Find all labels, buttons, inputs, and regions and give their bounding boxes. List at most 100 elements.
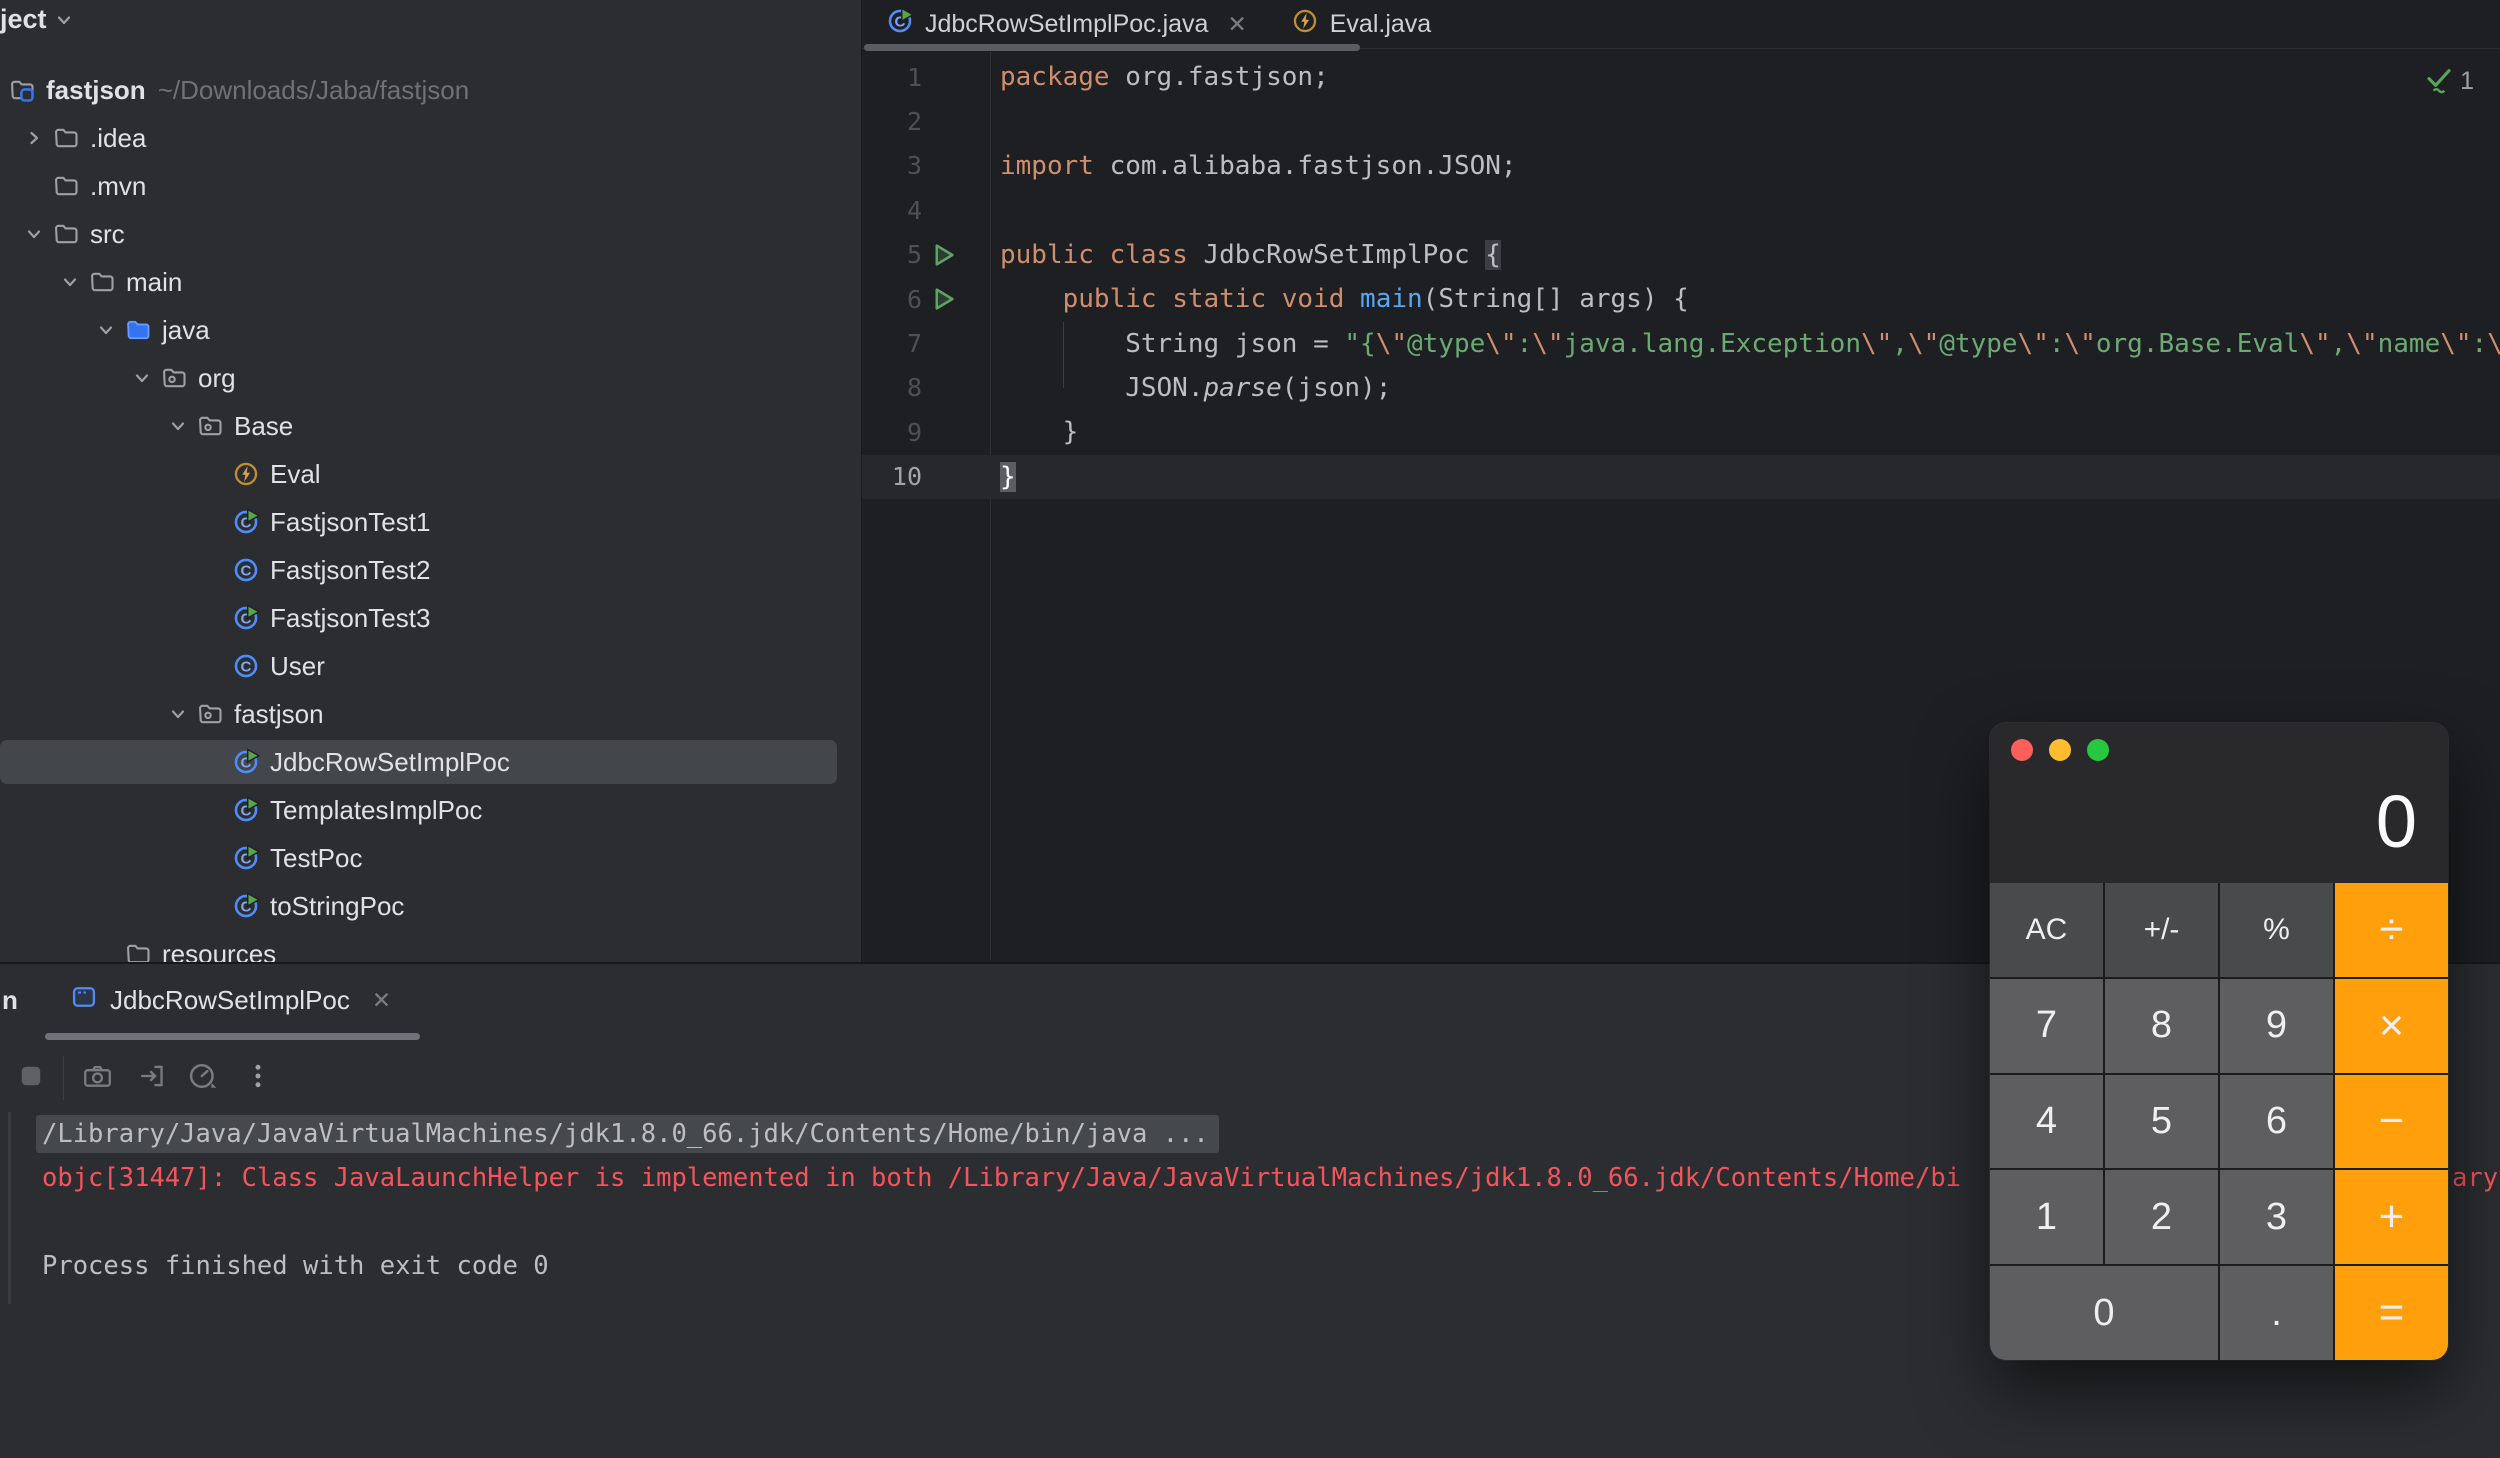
tree-row-fastjsontest2[interactable]: CFastjsonTest2 xyxy=(0,546,861,594)
zoom-window-button[interactable] xyxy=(2087,739,2109,761)
calc-key-4[interactable]: 4 xyxy=(1990,1075,2103,1169)
code-text: import com.alibaba.fastjson.JSON; xyxy=(1000,151,1517,181)
tree-item-label: User xyxy=(270,651,325,682)
stop-icon[interactable] xyxy=(18,1063,44,1089)
tree-row-tostringpoc[interactable]: CtoStringPoc xyxy=(0,882,861,930)
toolbar-divider xyxy=(63,1056,64,1100)
project-root-name: fastjson xyxy=(46,75,146,106)
tab-label: Eval.java xyxy=(1330,10,1431,39)
calc-key-×[interactable]: × xyxy=(2335,979,2448,1073)
package-icon xyxy=(160,364,196,392)
module-folder-icon xyxy=(8,76,44,104)
chevron-down-icon[interactable] xyxy=(124,366,160,390)
editor-line-10[interactable]: 10} xyxy=(862,455,2500,499)
close-icon[interactable]: ✕ xyxy=(372,987,391,1014)
close-window-button[interactable] xyxy=(2011,739,2033,761)
editor-line-6[interactable]: 6 public static void main(String[] args)… xyxy=(862,277,2500,321)
tree-row-root-fastjson[interactable]: fastjson~/Downloads/Jaba/fastjson xyxy=(0,66,861,114)
editor-line-9[interactable]: 9 } xyxy=(862,410,2500,454)
gauge-icon[interactable] xyxy=(186,1060,219,1093)
tree-row-org[interactable]: org xyxy=(0,354,861,402)
calc-key-6[interactable]: 6 xyxy=(2220,1075,2333,1169)
line-number: 6 xyxy=(862,285,922,314)
chevron-down-icon[interactable] xyxy=(52,270,88,294)
calc-key-−[interactable]: − xyxy=(2335,1075,2448,1169)
tab-scrollbar[interactable] xyxy=(864,44,1360,51)
tree-row-src[interactable]: src xyxy=(0,210,861,258)
calc-key-2[interactable]: 2 xyxy=(2105,1170,2218,1264)
editor-tab-bar: C JdbcRowSetImplPoc.java ✕ Eval.java xyxy=(862,0,2500,49)
project-panel-header[interactable]: ject xyxy=(0,4,81,35)
run-gutter-icon[interactable] xyxy=(922,240,964,270)
chevron-down-icon[interactable] xyxy=(160,702,196,726)
editor-line-2[interactable]: 2 xyxy=(862,99,2500,143)
calc-key-+[interactable]: + xyxy=(2335,1170,2448,1264)
calc-key-0[interactable]: 0 xyxy=(1990,1266,2218,1360)
chevron-down-icon[interactable] xyxy=(160,414,196,438)
line-number: 5 xyxy=(862,240,922,269)
tab-jdbcrowsetimplpoc-java[interactable]: C JdbcRowSetImplPoc.java ✕ xyxy=(886,7,1247,42)
tree-row-testpoc[interactable]: CTestPoc xyxy=(0,834,861,882)
calc-key-9[interactable]: 9 xyxy=(2220,979,2333,1073)
tab-label: JdbcRowSetImplPoc.java xyxy=(925,10,1208,39)
calc-key-=[interactable]: = xyxy=(2335,1266,2448,1360)
project-tree: fastjson~/Downloads/Jaba/fastjson .idea .m… xyxy=(0,66,861,962)
editor-line-7[interactable]: 7 String json = "{\"@type\":\"java.lang.… xyxy=(862,321,2500,365)
console-icon xyxy=(70,983,98,1018)
calculator-window[interactable]: 0 AC+/-%÷789×456−123+0.= xyxy=(1990,723,2448,1360)
tree-row-fastjson[interactable]: fastjson xyxy=(0,690,861,738)
calc-key-8[interactable]: 8 xyxy=(2105,979,2218,1073)
minimize-window-button[interactable] xyxy=(2049,739,2071,761)
tree-row-fastjsontest1[interactable]: CFastjsonTest1 xyxy=(0,498,861,546)
line-number: 8 xyxy=(862,373,922,402)
more-vertical-icon[interactable] xyxy=(243,1061,273,1091)
tree-row-eval[interactable]: Eval xyxy=(0,450,861,498)
code-text: public class JdbcRowSetImplPoc { xyxy=(1000,240,1501,270)
chevron-down-icon[interactable] xyxy=(16,222,52,246)
chevron-right-icon[interactable] xyxy=(16,126,52,150)
calc-key-AC[interactable]: AC xyxy=(1990,883,2103,977)
chevron-down-icon xyxy=(47,8,81,32)
tree-item-label: .idea xyxy=(90,123,146,154)
import-test-results-icon[interactable] xyxy=(137,1061,168,1092)
tree-row-resources[interactable]: resources xyxy=(0,930,861,962)
calc-key-÷[interactable]: ÷ xyxy=(2335,883,2448,977)
calc-key-5[interactable]: 5 xyxy=(2105,1075,2218,1169)
run-tab-scrollbar[interactable] xyxy=(45,1033,420,1040)
tree-row-main[interactable]: main xyxy=(0,258,861,306)
tree-row-jdbcrowsetimplpoc[interactable]: CJdbcRowSetImplPoc xyxy=(0,738,861,786)
tree-row-templatesimplpoc[interactable]: CTemplatesImplPoc xyxy=(0,786,861,834)
tree-row-base[interactable]: Base xyxy=(0,402,861,450)
tree-row--idea[interactable]: .idea xyxy=(0,114,861,162)
tree-row-java[interactable]: java xyxy=(0,306,861,354)
code-text: package org.fastjson; xyxy=(1000,62,1329,92)
class-icon: C xyxy=(232,556,268,584)
run-tab-label: JdbcRowSetImplPoc xyxy=(110,985,350,1016)
tree-item-label: TestPoc xyxy=(270,843,363,874)
code-area[interactable]: 1package org.fastjson;23import com.aliba… xyxy=(862,55,2500,499)
editor-line-3[interactable]: 3import com.alibaba.fastjson.JSON; xyxy=(862,144,2500,188)
tree-item-label: FastjsonTest1 xyxy=(270,507,430,538)
editor-line-5[interactable]: 5 public class JdbcRowSetImplPoc { xyxy=(862,233,2500,277)
tree-row--mvn[interactable]: .mvn xyxy=(0,162,861,210)
calc-key-1[interactable]: 1 xyxy=(1990,1170,2103,1264)
calc-key-3[interactable]: 3 xyxy=(2220,1170,2333,1264)
calc-key-7[interactable]: 7 xyxy=(1990,979,2103,1073)
run-tab-jdbcrowsetimplpoc[interactable]: JdbcRowSetImplPoc ✕ xyxy=(70,964,391,1036)
calc-key-+/-[interactable]: +/- xyxy=(2105,883,2218,977)
calc-key-.[interactable]: . xyxy=(2220,1266,2333,1360)
editor-line-8[interactable]: 8 JSON.parse(json); xyxy=(862,366,2500,410)
tree-row-fastjsontest3[interactable]: CFastjsonTest3 xyxy=(0,594,861,642)
editor-line-1[interactable]: 1package org.fastjson; xyxy=(862,55,2500,99)
editor-line-4[interactable]: 4 xyxy=(862,188,2500,232)
chevron-down-icon[interactable] xyxy=(88,318,124,342)
project-panel: ject fastjson~/Downloads/Jaba/fastjson .i… xyxy=(0,0,862,962)
tree-row-user[interactable]: CUser xyxy=(0,642,861,690)
close-icon[interactable]: ✕ xyxy=(1227,11,1246,38)
line-number: 9 xyxy=(862,418,922,447)
tab-eval-java[interactable]: Eval.java xyxy=(1291,7,1431,42)
calc-key-%[interactable]: % xyxy=(2220,883,2333,977)
traffic-lights xyxy=(2011,739,2109,761)
run-gutter-icon[interactable] xyxy=(922,284,964,314)
camera-icon[interactable] xyxy=(82,1061,113,1092)
